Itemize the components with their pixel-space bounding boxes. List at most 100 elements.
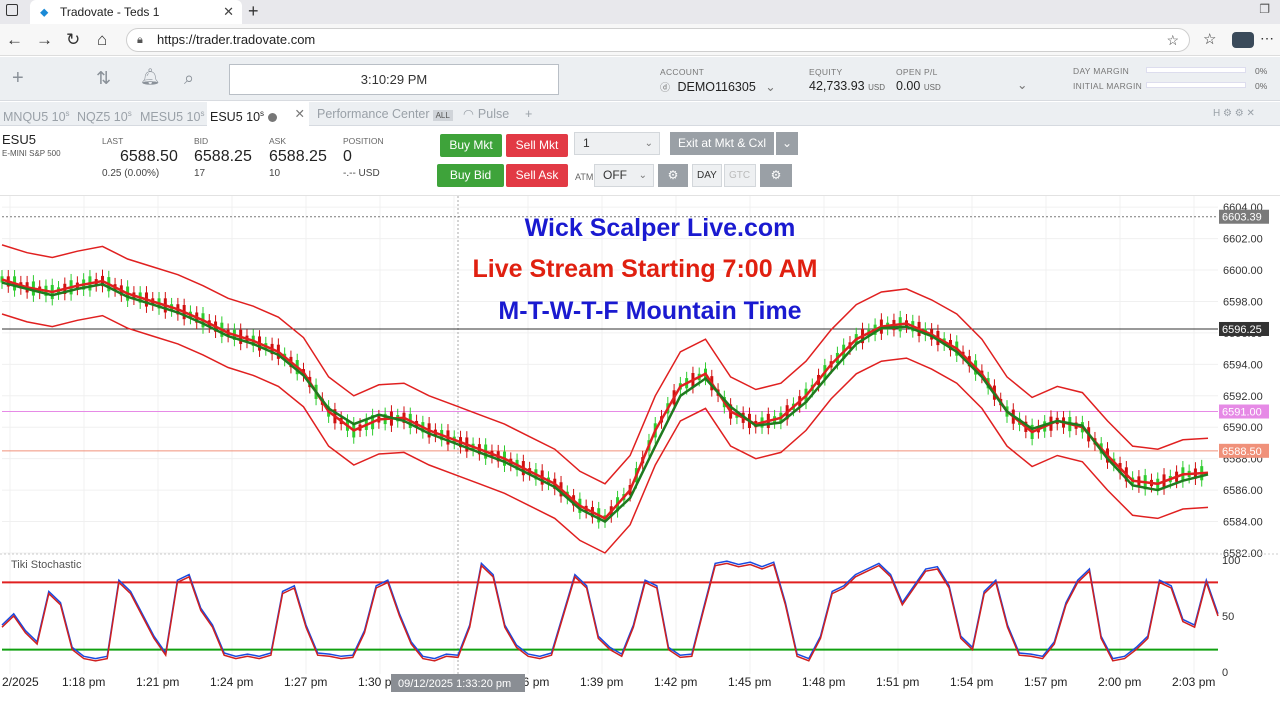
tab-mnqu5[interactable]: MNQU5 10s <box>0 102 73 126</box>
app-header: + ⇅ 🔔︎ ⌕ 3:10:29 PM ACCOUNT ⓓ DEMO116305… <box>0 57 1280 101</box>
overlay-line-2: Live Stream Starting 7:00 AM <box>472 255 818 283</box>
crosshair-time-label: 09/12/2025 1:33:20 pm <box>398 678 511 690</box>
price-tick-label: 6584.00 <box>1223 517 1263 529</box>
add-tab-icon[interactable]: + <box>522 102 535 126</box>
stochastic-k-line <box>1 560 1219 660</box>
tab-esu5[interactable]: ESU5 10s ✕ <box>207 102 309 126</box>
gtc-tif-button[interactable]: GTC <box>724 164 756 187</box>
forward-arrow-icon[interactable]: → <box>36 30 53 50</box>
last-value: 6588.50 <box>120 148 178 165</box>
price-level-label: 6588.50 <box>1222 446 1262 458</box>
order-transfer-icon[interactable]: ⇅ <box>96 67 111 89</box>
tab-label: ESU5 10 <box>210 110 261 125</box>
quote-panel: ESU5 E-MINI S&P 500 LAST 6588.50 0.25 (0… <box>0 127 1280 193</box>
price-tick-label: 6600.00 <box>1223 265 1263 277</box>
close-tab-icon[interactable]: ✕ <box>295 102 305 126</box>
tab-label: NQZ5 10 <box>77 110 128 125</box>
header-expand-chevron-icon[interactable]: ⌄ <box>1017 77 1027 92</box>
price-tick-label: 6590.00 <box>1223 422 1263 434</box>
status-dot-icon <box>268 113 278 123</box>
equity-readout: 42,733.93 USD <box>809 79 885 93</box>
atm-select[interactable]: OFF ⌄ <box>594 164 654 187</box>
sell-market-button[interactable]: Sell Mkt <box>506 134 568 157</box>
bid-value: 6588.25 <box>194 148 252 165</box>
tab-actions-icon[interactable] <box>6 4 18 16</box>
quantity-select[interactable]: 1 ⌄ <box>574 132 660 155</box>
account-value: DEMO116305 <box>677 80 756 94</box>
notification-bell-icon[interactable]: 🔔︎ <box>140 67 160 89</box>
browser-tab-strip: ⬥ Tradovate - Teds 1 ✕ + ❐ <box>0 0 1280 24</box>
price-level-label: 6591.00 <box>1222 407 1262 419</box>
exit-options-chevron-icon[interactable]: ⌄ <box>776 132 798 155</box>
initial-margin-label: INITIAL MARGIN <box>1073 81 1143 91</box>
tif-settings-gear-icon[interactable]: ⚙ <box>760 164 792 187</box>
favorite-star-icon[interactable]: ☆ <box>1166 29 1179 51</box>
day-margin-bar <box>1146 67 1246 73</box>
module-window-controls[interactable]: H ⚙ ⚙ ✕ <box>1210 102 1258 126</box>
time-tick-label: 2:00 pm <box>1098 675 1141 689</box>
all-badge: ALL <box>432 110 453 121</box>
price-tick-label: 6592.00 <box>1223 391 1263 403</box>
tab-sup: s <box>200 109 205 118</box>
price-level-label: 6603.39 <box>1222 212 1262 224</box>
exit-at-market-cancel-button[interactable]: Exit at Mkt & Cxl <box>670 132 774 155</box>
indicator-tick-label: 50 <box>1222 611 1234 623</box>
window-restore-icon[interactable]: ❐ <box>1259 2 1270 16</box>
search-icon[interactable]: ⌕ <box>184 67 194 89</box>
back-arrow-icon[interactable]: ← <box>6 30 23 50</box>
account-selector[interactable]: ⓓ DEMO116305 ⌄ <box>660 79 776 94</box>
time-tick-label: 2:03 pm <box>1172 675 1215 689</box>
overlay-line-3: M-T-W-T-F Mountain Time <box>498 297 802 325</box>
url-field[interactable]: 🔒︎ https://trader.tradovate.com ☆ <box>126 28 1190 52</box>
tab-sup: s <box>127 109 132 118</box>
more-menu-icon[interactable]: ⋯ <box>1260 30 1274 47</box>
tab-mesu5[interactable]: MESU5 10s <box>137 102 207 126</box>
tab-label: MESU5 10 <box>140 110 201 125</box>
account-label: ACCOUNT <box>660 67 705 77</box>
atm-settings-gear-icon[interactable]: ⚙ <box>658 164 688 187</box>
day-tif-button[interactable]: DAY <box>692 164 722 187</box>
browser-tab[interactable]: ⬥ Tradovate - Teds 1 ✕ <box>30 0 242 24</box>
time-tick-label: 1:54 pm <box>950 675 993 689</box>
open-pl-readout: 0.00 USD <box>896 79 941 93</box>
site-info-lock-icon[interactable]: 🔒︎ <box>137 29 143 51</box>
time-tick-label: 1:57 pm <box>1024 675 1067 689</box>
tab-performance-center[interactable]: Performance Center ALL <box>314 102 456 126</box>
tab-nqz5[interactable]: NQZ5 10s <box>74 102 135 126</box>
new-tab-icon[interactable]: + <box>248 0 259 22</box>
profile-avatar[interactable] <box>1232 32 1254 48</box>
home-icon[interactable]: ⌂ <box>97 30 107 50</box>
favorites-icon[interactable]: ☆ <box>1203 30 1216 50</box>
price-tick-label: 6598.00 <box>1223 296 1263 308</box>
url-text: https://trader.tradovate.com <box>157 32 316 47</box>
price-level-label: 6596.25 <box>1222 324 1262 336</box>
position-label: POSITION <box>343 136 384 146</box>
time-tick-label: 1:39 pm <box>580 675 623 689</box>
day-margin-pct: 0% <box>1255 66 1268 76</box>
buy-market-button[interactable]: Buy Mkt <box>440 134 502 157</box>
pulse-gauge-icon: ◠ <box>463 107 474 121</box>
overlay-line-1: Wick Scalper Live.com <box>524 214 796 242</box>
time-tick-label: 1:48 pm <box>802 675 845 689</box>
last-label: LAST <box>102 136 124 146</box>
symbol[interactable]: ESU5 <box>2 132 36 147</box>
chart-panel[interactable]: 6604.006602.006600.006598.006596.006594.… <box>0 195 1280 703</box>
time-tick-label: 1:21 pm <box>136 675 179 689</box>
tab-label: Pulse <box>477 107 510 121</box>
stochastic-d-line <box>1 562 1219 662</box>
add-module-icon[interactable]: + <box>12 67 24 89</box>
account-circle-icon: ⓓ <box>660 83 670 94</box>
equity-value: 42,733.93 <box>809 79 865 93</box>
initial-margin-bar <box>1146 82 1246 88</box>
tab-pulse[interactable]: ◠ Pulse <box>460 102 512 126</box>
open-pl-value: 0.00 <box>896 79 921 93</box>
sell-ask-button[interactable]: Sell Ask <box>506 164 568 187</box>
buy-bid-button[interactable]: Buy Bid <box>437 164 504 187</box>
tradovate-favicon-icon: ⬥ <box>40 5 49 19</box>
tab-label: MNQU5 10 <box>3 110 66 125</box>
time-tick-label: 1:51 pm <box>876 675 919 689</box>
ask-label: ASK <box>269 136 287 146</box>
close-tab-icon[interactable]: ✕ <box>223 0 234 24</box>
position-value: 0 <box>343 148 352 165</box>
refresh-icon[interactable]: ↻ <box>66 30 80 50</box>
